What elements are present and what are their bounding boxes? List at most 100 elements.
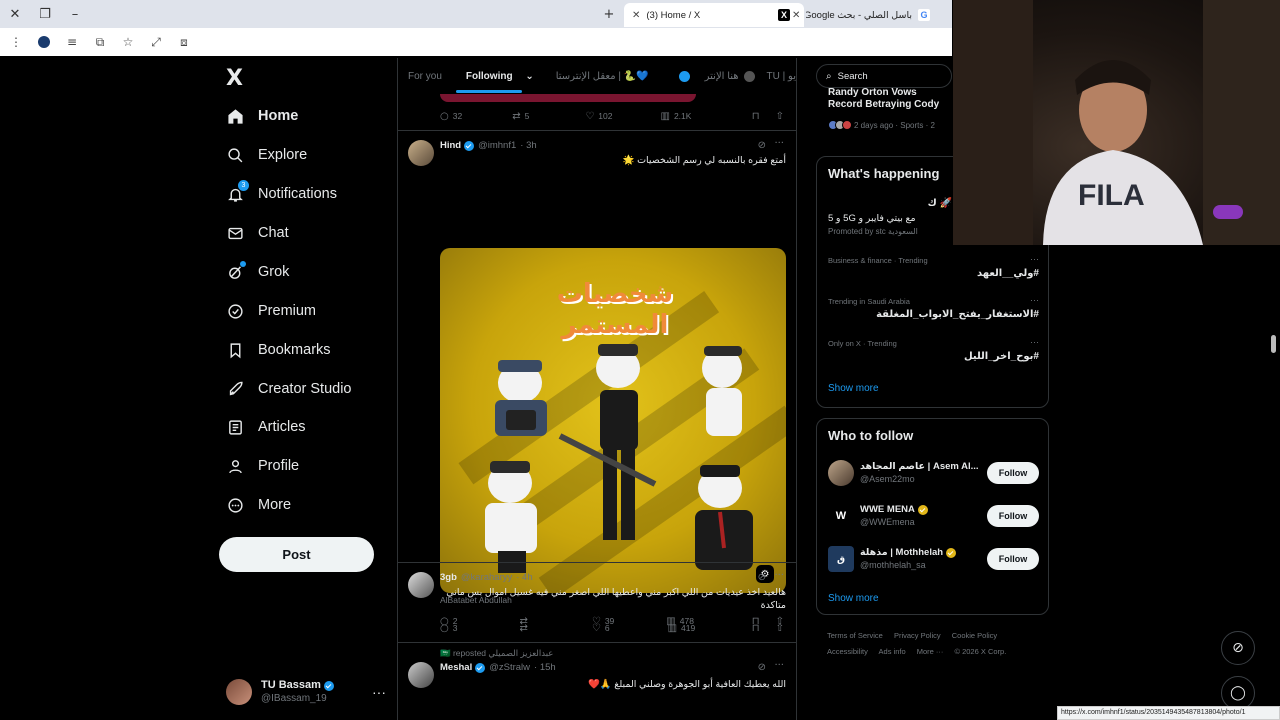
new-tab-button[interactable]: + xyxy=(594,0,624,28)
previous-post-image[interactable] xyxy=(440,94,696,102)
account-menu-icon[interactable]: ··· xyxy=(372,684,386,700)
bookmark-button[interactable]: ⊓ xyxy=(752,111,764,122)
nav-item-chat[interactable]: Chat xyxy=(226,218,289,248)
views-button[interactable]: ▥ 419 xyxy=(668,623,696,634)
close-window-icon[interactable]: ✕ xyxy=(0,0,30,28)
footer-link[interactable]: Privacy Policy xyxy=(894,631,941,640)
promo-headline[interactable]: 🚀 ك xyxy=(928,198,952,209)
post-meshal[interactable]: عبدالعزيز الصميلي 🇸🇦 reposted Meshal @zS… xyxy=(398,642,796,720)
avatar[interactable] xyxy=(408,140,434,166)
author-name[interactable]: 3gb xyxy=(440,572,457,583)
tab-community-huna[interactable]: هنا الإنتر xyxy=(669,70,755,82)
footer-link[interactable]: Terms of Service xyxy=(827,631,883,640)
post-image[interactable]: شخصيات المستمر ⚙ xyxy=(440,248,786,593)
more-options-icon[interactable]: ··· xyxy=(774,138,784,149)
more-options-icon[interactable]: ··· xyxy=(1030,337,1039,347)
share-icon[interactable]: ⧈ xyxy=(172,30,196,54)
more-options-icon[interactable]: ··· xyxy=(1030,254,1039,264)
repost-button[interactable]: ⇄ 5 xyxy=(512,111,529,122)
nav-item-home[interactable]: Home xyxy=(226,101,298,131)
nav-item-premium[interactable]: Premium xyxy=(226,296,316,326)
profile-icon[interactable] xyxy=(32,30,56,54)
author-name[interactable]: Hind xyxy=(440,140,461,151)
minimize-window-icon[interactable]: – xyxy=(60,0,90,28)
chat-fab-button[interactable]: ◯ xyxy=(1221,676,1255,710)
share-button[interactable]: ⇧ xyxy=(776,623,788,634)
more-options-icon[interactable]: ··· xyxy=(1030,295,1039,305)
show-more-link[interactable]: Show more xyxy=(828,383,879,394)
footer-link[interactable]: Ads info xyxy=(879,647,906,656)
trend-item[interactable]: Only on X · Trending #بوح_اخر_الليل ··· xyxy=(828,337,1039,362)
avatar[interactable] xyxy=(408,572,434,598)
extensions-icon[interactable]: ⧉ xyxy=(88,30,112,54)
grok-icon[interactable]: ⊘ xyxy=(758,662,766,673)
reading-list-icon[interactable]: ≡ xyxy=(60,30,84,54)
author-handle[interactable]: @karaharyy xyxy=(461,572,512,583)
follow-button[interactable]: Follow xyxy=(987,462,1039,484)
promo-line[interactable]: مع بيتي فايبر و 5G و 5 xyxy=(828,213,916,224)
nav-item-profile[interactable]: Profile xyxy=(226,451,299,481)
post-button[interactable]: Post xyxy=(219,537,374,572)
close-tab-icon[interactable]: ✕ xyxy=(792,10,800,21)
footer-link[interactable]: Accessibility xyxy=(827,647,868,656)
bookmark-star-icon[interactable]: ☆ xyxy=(116,30,140,54)
follow-suggestion[interactable]: ق مذهلة | Mothhelah @mothhelah_sa Follow xyxy=(828,544,1039,574)
repost-button[interactable]: ⇄ xyxy=(519,623,531,634)
trend-title: #بوح_اخر_الليل xyxy=(963,351,1039,362)
nav-item-grok[interactable]: Grok xyxy=(226,257,289,287)
screenshot-icon[interactable]: ⤢ xyxy=(144,30,168,54)
restore-window-icon[interactable]: ❐ xyxy=(30,0,60,28)
account-switcher[interactable]: TU Bassam @IBassam_19 ··· xyxy=(226,675,386,709)
follow-suggestion[interactable]: W WWE MENA @WWEmena Follow xyxy=(828,501,1039,531)
post-hind[interactable]: Hind @imhnf1 · 3h ⊘ ··· أمتع فقره بالنسب… xyxy=(398,130,796,627)
nav-item-notifications[interactable]: 3 Notifications xyxy=(226,179,337,209)
views-button[interactable]: ▥ 2.1K xyxy=(660,111,691,122)
trend-item[interactable]: Business & finance · Trending #ولي__العه… xyxy=(828,254,1039,279)
footer-link[interactable]: Cookie Policy xyxy=(952,631,997,640)
follow-button[interactable]: Follow xyxy=(987,505,1039,527)
news-headline[interactable]: Randy Orton Vows Record Betraying Cody R… xyxy=(828,87,952,111)
trend-item[interactable]: Trending in Saudi Arabia #الاستغفار_يفتح… xyxy=(828,295,1039,320)
page-scrollbar[interactable] xyxy=(1271,335,1276,353)
tab-x-home[interactable]: ✕ (3) Home / X X xyxy=(624,3,804,27)
nav-item-more[interactable]: More xyxy=(226,490,291,520)
footer-link[interactable]: More ··· xyxy=(917,647,944,656)
menu-icon[interactable]: ⋮ xyxy=(4,30,28,54)
avatar[interactable] xyxy=(408,662,434,688)
more-options-icon[interactable]: ··· xyxy=(774,570,784,581)
author-handle[interactable]: @zStralw xyxy=(489,662,530,673)
tab-title: (3) Home / X xyxy=(646,9,701,21)
show-more-link[interactable]: Show more xyxy=(828,593,879,604)
post-time[interactable]: · 4h xyxy=(516,572,532,583)
nav-item-articles[interactable]: Articles xyxy=(226,412,306,442)
grok-icon[interactable]: ⊘ xyxy=(758,140,766,151)
like-button[interactable]: ♡ 6 xyxy=(592,623,610,634)
tab-following[interactable]: Following ⌄ xyxy=(455,71,534,93)
post-3gb[interactable]: 3gb @karaharyy · 4h ⊘ ··· هالعيد اخذ عيد… xyxy=(398,562,796,642)
grok-icon[interactable]: ⊘ xyxy=(758,572,766,583)
post-time[interactable]: · 15h xyxy=(534,662,556,673)
search-input[interactable]: ⌕ Search xyxy=(816,64,952,88)
author-name[interactable]: Meshal xyxy=(440,662,472,673)
nav-item-bookmarks[interactable]: Bookmarks xyxy=(226,335,331,365)
repost-indicator[interactable]: عبدالعزيز الصميلي 🇸🇦 reposted xyxy=(440,648,553,659)
tab-google-search[interactable]: ✕ باسل الصلي - بحث Google G xyxy=(784,3,944,27)
follow-suggestion[interactable]: عاصم المجاهد | Asem Al... @Asem22mo Foll… xyxy=(828,458,1039,488)
follow-button[interactable]: Follow xyxy=(987,548,1039,570)
nav-item-creator-studio[interactable]: Creator Studio xyxy=(226,374,352,404)
nav-item-explore[interactable]: Explore xyxy=(226,140,307,170)
x-logo-icon[interactable]: X xyxy=(226,66,243,91)
bookmark-button[interactable]: ⊓ xyxy=(752,623,764,634)
grok-fab-button[interactable]: ⊘ xyxy=(1221,631,1255,665)
tab-for-you[interactable]: For you xyxy=(408,71,442,82)
share-button[interactable]: ⇧ xyxy=(776,111,788,122)
like-button[interactable]: ♡ 102 xyxy=(585,111,612,122)
author-handle[interactable]: @imhnf1 xyxy=(478,140,516,151)
tab-community-tu[interactable]: تي يو | TU xyxy=(767,71,796,82)
close-tab-icon[interactable]: ✕ xyxy=(632,10,640,21)
post-time[interactable]: · 3h xyxy=(520,140,536,151)
more-options-icon[interactable]: ··· xyxy=(774,660,784,671)
reply-button[interactable]: ○ 32 xyxy=(440,111,462,122)
reply-button[interactable]: ○ 3 xyxy=(440,623,457,634)
tab-community-inter[interactable]: 💙🐍 | معقل الإنترستا xyxy=(556,71,649,82)
